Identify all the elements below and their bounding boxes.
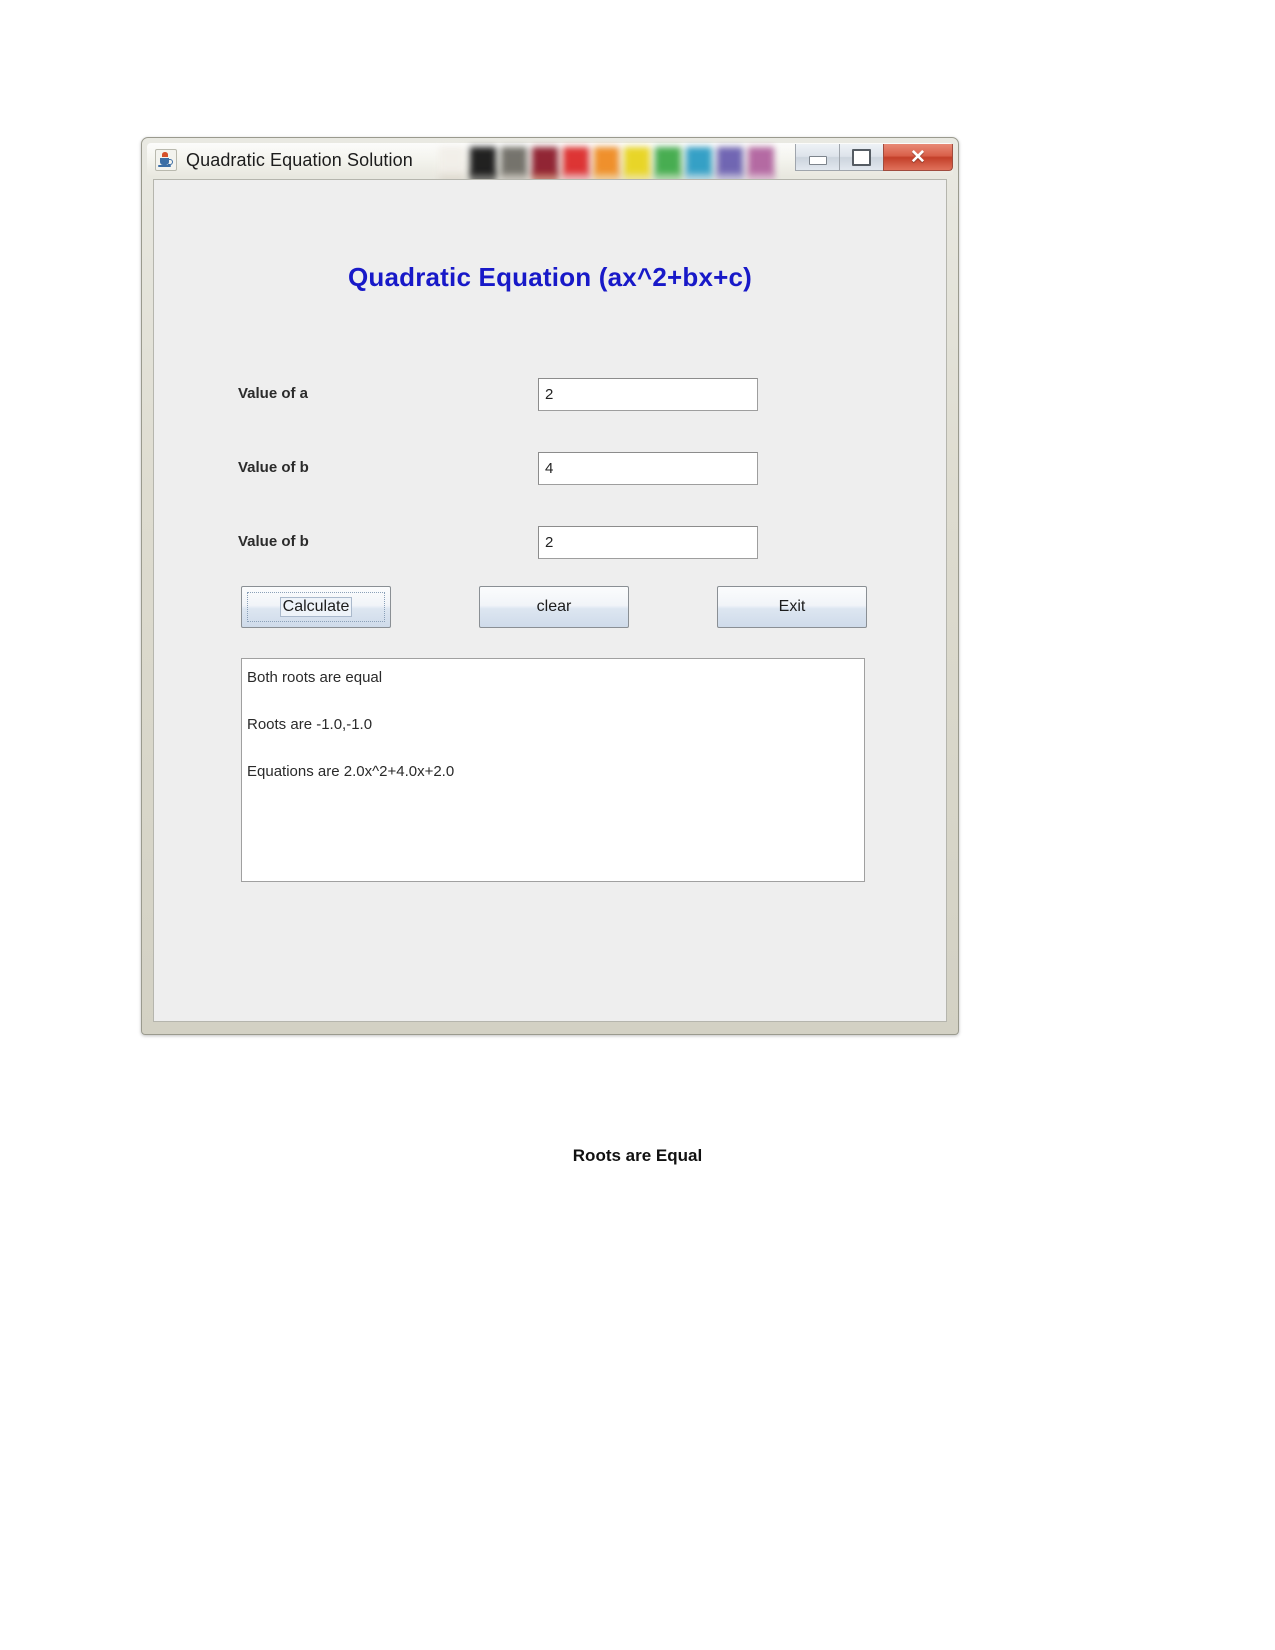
- palette-swatch-4: [562, 147, 589, 177]
- input-value-of-b[interactable]: [538, 452, 758, 485]
- page-title: Quadratic Equation (ax^2+bx+c): [347, 262, 753, 292]
- window-titlebar[interactable]: Quadratic Equation Solution ✕: [147, 143, 953, 187]
- application-window: Quadratic Equation Solution ✕ Quadratic …: [141, 137, 959, 1035]
- palette-swatch-1: [469, 147, 496, 177]
- close-icon: ✕: [910, 146, 926, 168]
- result-line-equation: Equations are 2.0x^2+4.0x+2.0: [247, 763, 455, 780]
- clear-button[interactable]: clear: [479, 586, 629, 628]
- close-button[interactable]: ✕: [883, 144, 953, 171]
- palette-swatch-10: [748, 147, 774, 177]
- java-coffee-cup-icon: [155, 149, 177, 171]
- exit-button-label: Exit: [778, 598, 806, 615]
- minimize-button[interactable]: [795, 144, 839, 171]
- field-row-a: Value of a: [154, 378, 946, 414]
- window-controls: ✕: [795, 144, 953, 172]
- button-row: Calculate clear Exit: [154, 586, 946, 628]
- maximize-button[interactable]: [839, 144, 883, 171]
- java-icon-saucer: [158, 165, 171, 167]
- exit-button[interactable]: Exit: [717, 586, 867, 628]
- window-client-area: Quadratic Equation (ax^2+bx+c) Value of …: [153, 179, 947, 1022]
- palette-swatch-2: [500, 147, 527, 177]
- palette-swatch-9: [717, 147, 744, 177]
- palette-swatch-5: [593, 147, 620, 177]
- label-value-of-c: Value of b: [238, 533, 309, 550]
- clear-button-label: clear: [536, 598, 572, 615]
- palette-swatch-6: [624, 147, 651, 177]
- input-value-of-a[interactable]: [538, 378, 758, 411]
- field-row-c: Value of b: [154, 526, 946, 562]
- figure-caption: Roots are Equal: [572, 1146, 703, 1165]
- window-inner: Quadratic Equation Solution ✕ Quadratic …: [147, 143, 953, 1028]
- results-textarea[interactable]: Both roots are equal Roots are -1.0,-1.0…: [241, 658, 865, 882]
- calculate-button-label: Calculate: [279, 597, 353, 617]
- input-value-of-c[interactable]: [538, 526, 758, 559]
- maximize-icon: [852, 148, 871, 166]
- palette-swatch-7: [655, 147, 682, 177]
- minimize-icon: [808, 156, 827, 165]
- result-line-roots-values: Roots are -1.0,-1.0: [247, 716, 373, 733]
- java-icon-steam: [162, 152, 168, 157]
- color-palette-overlay: [439, 138, 779, 182]
- label-value-of-b: Value of b: [238, 459, 309, 476]
- calculate-button[interactable]: Calculate: [241, 586, 391, 628]
- palette-swatch-3: [531, 147, 558, 177]
- palette-swatch-0: [439, 147, 465, 177]
- window-title: Quadratic Equation Solution: [186, 149, 413, 170]
- label-value-of-a: Value of a: [238, 385, 309, 402]
- field-row-b: Value of b: [154, 452, 946, 488]
- result-line-roots-status: Both roots are equal: [247, 669, 383, 686]
- palette-swatch-8: [686, 147, 713, 177]
